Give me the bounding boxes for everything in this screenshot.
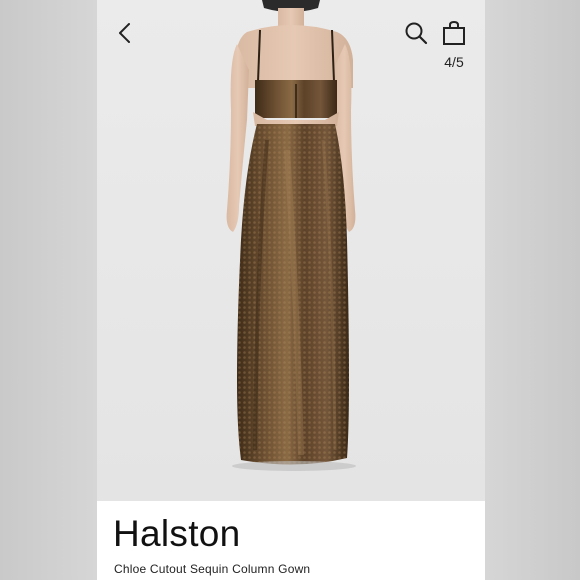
left-background: [0, 0, 97, 580]
brand-name[interactable]: Halston: [113, 513, 241, 555]
product-screen: 4/5 Halston Chloe Cutout Sequin Column G…: [97, 0, 485, 580]
image-counter: 4/5: [444, 54, 464, 70]
right-background: [485, 0, 580, 580]
product-image[interactable]: [97, 0, 485, 501]
search-icon: [405, 22, 428, 45]
shopping-bag-button[interactable]: [439, 17, 469, 49]
chevron-left-icon: [119, 23, 130, 43]
gown-photo: [226, 0, 356, 471]
product-info-panel: Halston Chloe Cutout Sequin Column Gown: [97, 501, 485, 580]
search-button[interactable]: [401, 18, 431, 48]
back-button[interactable]: [111, 18, 139, 48]
shopping-bag-icon: [443, 20, 465, 45]
product-name: Chloe Cutout Sequin Column Gown: [114, 562, 311, 576]
